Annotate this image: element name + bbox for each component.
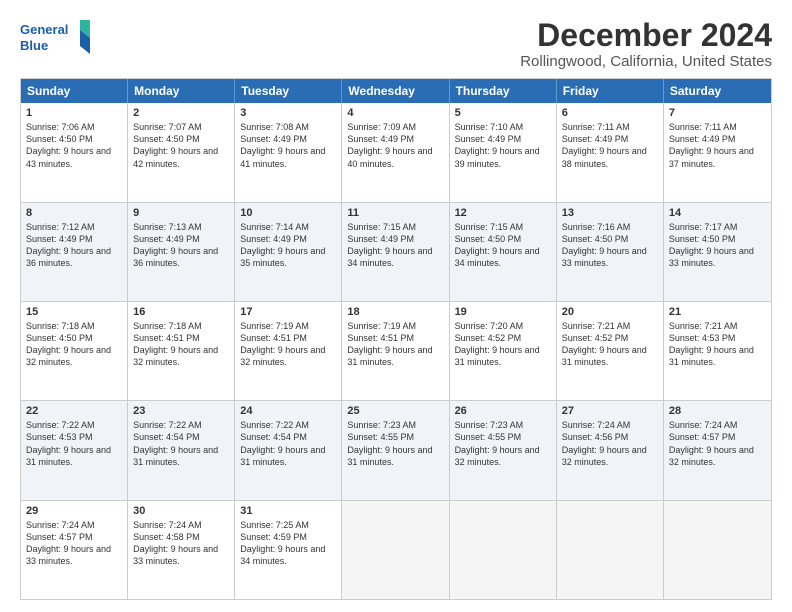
- logo-svg: General Blue: [20, 18, 90, 56]
- table-row: 21Sunrise: 7:21 AMSunset: 4:53 PMDayligh…: [664, 302, 771, 400]
- table-row: 3Sunrise: 7:08 AMSunset: 4:49 PMDaylight…: [235, 103, 342, 201]
- calendar: Sunday Monday Tuesday Wednesday Thursday…: [20, 78, 772, 600]
- table-row: 15Sunrise: 7:18 AMSunset: 4:50 PMDayligh…: [21, 302, 128, 400]
- table-row: 8Sunrise: 7:12 AMSunset: 4:49 PMDaylight…: [21, 203, 128, 301]
- table-row: [450, 501, 557, 599]
- page: General Blue December 2024 Rollingwood, …: [0, 0, 792, 612]
- table-row: [664, 501, 771, 599]
- logo: General Blue: [20, 18, 90, 56]
- table-row: [342, 501, 449, 599]
- table-row: 31Sunrise: 7:25 AMSunset: 4:59 PMDayligh…: [235, 501, 342, 599]
- header-tuesday: Tuesday: [235, 79, 342, 103]
- header: General Blue December 2024 Rollingwood, …: [20, 18, 772, 70]
- header-saturday: Saturday: [664, 79, 771, 103]
- table-row: 6Sunrise: 7:11 AMSunset: 4:49 PMDaylight…: [557, 103, 664, 201]
- table-row: 5Sunrise: 7:10 AMSunset: 4:49 PMDaylight…: [450, 103, 557, 201]
- title-block: December 2024 Rollingwood, California, U…: [520, 18, 772, 70]
- calendar-week-3: 15Sunrise: 7:18 AMSunset: 4:50 PMDayligh…: [21, 302, 771, 401]
- table-row: 7Sunrise: 7:11 AMSunset: 4:49 PMDaylight…: [664, 103, 771, 201]
- calendar-week-4: 22Sunrise: 7:22 AMSunset: 4:53 PMDayligh…: [21, 401, 771, 500]
- header-thursday: Thursday: [450, 79, 557, 103]
- table-row: 17Sunrise: 7:19 AMSunset: 4:51 PMDayligh…: [235, 302, 342, 400]
- table-row: 13Sunrise: 7:16 AMSunset: 4:50 PMDayligh…: [557, 203, 664, 301]
- table-row: 24Sunrise: 7:22 AMSunset: 4:54 PMDayligh…: [235, 401, 342, 499]
- table-row: 29Sunrise: 7:24 AMSunset: 4:57 PMDayligh…: [21, 501, 128, 599]
- table-row: 27Sunrise: 7:24 AMSunset: 4:56 PMDayligh…: [557, 401, 664, 499]
- table-row: 20Sunrise: 7:21 AMSunset: 4:52 PMDayligh…: [557, 302, 664, 400]
- table-row: 9Sunrise: 7:13 AMSunset: 4:49 PMDaylight…: [128, 203, 235, 301]
- table-row: 28Sunrise: 7:24 AMSunset: 4:57 PMDayligh…: [664, 401, 771, 499]
- table-row: 16Sunrise: 7:18 AMSunset: 4:51 PMDayligh…: [128, 302, 235, 400]
- table-row: 30Sunrise: 7:24 AMSunset: 4:58 PMDayligh…: [128, 501, 235, 599]
- subtitle: Rollingwood, California, United States: [520, 53, 772, 70]
- table-row: 12Sunrise: 7:15 AMSunset: 4:50 PMDayligh…: [450, 203, 557, 301]
- table-row: 19Sunrise: 7:20 AMSunset: 4:52 PMDayligh…: [450, 302, 557, 400]
- table-row: 4Sunrise: 7:09 AMSunset: 4:49 PMDaylight…: [342, 103, 449, 201]
- table-row: 25Sunrise: 7:23 AMSunset: 4:55 PMDayligh…: [342, 401, 449, 499]
- table-row: 22Sunrise: 7:22 AMSunset: 4:53 PMDayligh…: [21, 401, 128, 499]
- calendar-week-2: 8Sunrise: 7:12 AMSunset: 4:49 PMDaylight…: [21, 203, 771, 302]
- calendar-week-1: 1Sunrise: 7:06 AMSunset: 4:50 PMDaylight…: [21, 103, 771, 202]
- table-row: 1Sunrise: 7:06 AMSunset: 4:50 PMDaylight…: [21, 103, 128, 201]
- calendar-week-5: 29Sunrise: 7:24 AMSunset: 4:57 PMDayligh…: [21, 501, 771, 599]
- table-row: 26Sunrise: 7:23 AMSunset: 4:55 PMDayligh…: [450, 401, 557, 499]
- header-friday: Friday: [557, 79, 664, 103]
- table-row: 18Sunrise: 7:19 AMSunset: 4:51 PMDayligh…: [342, 302, 449, 400]
- svg-text:General: General: [20, 22, 68, 37]
- table-row: [557, 501, 664, 599]
- main-title: December 2024: [520, 18, 772, 53]
- table-row: 23Sunrise: 7:22 AMSunset: 4:54 PMDayligh…: [128, 401, 235, 499]
- table-row: 10Sunrise: 7:14 AMSunset: 4:49 PMDayligh…: [235, 203, 342, 301]
- header-monday: Monday: [128, 79, 235, 103]
- calendar-header: Sunday Monday Tuesday Wednesday Thursday…: [21, 79, 771, 103]
- calendar-body: 1Sunrise: 7:06 AMSunset: 4:50 PMDaylight…: [21, 103, 771, 599]
- header-sunday: Sunday: [21, 79, 128, 103]
- table-row: 14Sunrise: 7:17 AMSunset: 4:50 PMDayligh…: [664, 203, 771, 301]
- table-row: 11Sunrise: 7:15 AMSunset: 4:49 PMDayligh…: [342, 203, 449, 301]
- svg-text:Blue: Blue: [20, 38, 48, 53]
- header-wednesday: Wednesday: [342, 79, 449, 103]
- table-row: 2Sunrise: 7:07 AMSunset: 4:50 PMDaylight…: [128, 103, 235, 201]
